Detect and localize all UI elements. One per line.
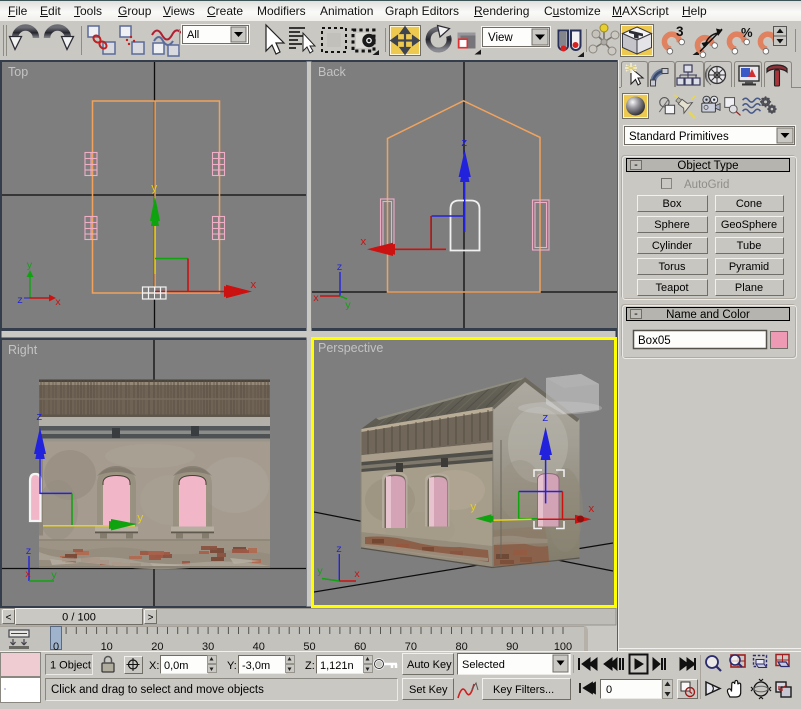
svg-text:Torus: Torus [659,261,686,273]
svg-text:40: 40 [253,641,265,651]
svg-text:AutoGrid: AutoGrid [684,179,729,191]
svg-text:y: y [151,183,158,195]
svg-text:Teapot: Teapot [655,282,688,294]
svg-text:y: y [317,567,323,578]
svg-text:20: 20 [151,641,163,651]
svg-text:0 / 100: 0 / 100 [62,612,96,624]
svg-text:1 Object: 1 Object [50,660,91,672]
svg-text:Back: Back [318,65,347,79]
svg-text:x: x [360,237,367,249]
svg-text:z: z [337,263,343,274]
svg-text:Selected: Selected [462,659,505,671]
svg-text:All: All [187,29,199,41]
svg-text:50: 50 [303,641,315,651]
svg-text:-: - [634,159,638,171]
svg-text:>: > [148,613,154,624]
svg-text:z: z [26,547,32,558]
svg-text:%: % [741,25,753,40]
svg-text:Set Key: Set Key [409,684,448,696]
svg-text:z: z [36,412,43,424]
svg-text:80: 80 [455,641,467,651]
svg-text:0: 0 [606,684,612,696]
svg-text:y: y [470,502,477,514]
svg-text:Object Type: Object Type [677,160,738,172]
svg-text:Key Filters...: Key Filters... [493,684,554,696]
svg-text:z: z [336,545,342,556]
svg-text:100: 100 [554,641,572,651]
svg-text:Top: Top [8,65,28,79]
svg-text:90: 90 [506,641,518,651]
svg-text:y: y [137,513,144,525]
svg-text:Standard Primitives: Standard Primitives [629,131,729,143]
svg-text:x: x [588,504,595,516]
svg-text:z: z [461,138,468,150]
svg-text:1,121n: 1,121n [320,660,354,672]
svg-text:y: y [27,261,33,272]
svg-text:-3,0m: -3,0m [242,660,270,672]
svg-text:3: 3 [676,24,684,39]
svg-text:Cylinder: Cylinder [652,240,693,252]
svg-text:Perspective: Perspective [318,341,383,355]
svg-text:z: z [542,413,549,425]
svg-text:<: < [6,613,12,624]
svg-text:Box05: Box05 [638,335,671,347]
svg-text:x: x [313,294,319,305]
svg-text:Tube: Tube [737,240,762,252]
svg-text:70: 70 [405,641,417,651]
svg-text:60: 60 [354,641,366,651]
svg-text:Right: Right [8,343,38,357]
svg-text:x: x [55,298,61,309]
svg-text:Box: Box [663,198,682,210]
svg-text:0: 0 [53,641,59,651]
svg-text:y: y [345,301,351,312]
svg-text:Y:: Y: [227,660,237,672]
svg-text:Sphere: Sphere [654,219,689,231]
svg-text:0,0m: 0,0m [164,660,188,672]
svg-text:z: z [17,296,23,307]
svg-text:View: View [488,32,513,44]
svg-text:y: y [51,571,57,582]
svg-text:30: 30 [202,641,214,651]
svg-text:x: x [354,570,360,581]
svg-text:Z:: Z: [305,660,315,672]
svg-text:Auto Key: Auto Key [407,659,452,671]
svg-text:-: - [634,308,638,320]
svg-text:x: x [25,570,31,581]
svg-text:Cone: Cone [736,198,762,210]
svg-text:10: 10 [101,641,113,651]
svg-text:Plane: Plane [735,282,763,294]
svg-text:GeoSphere: GeoSphere [721,219,777,231]
svg-text:Click and drag to select and m: Click and drag to select and move object… [51,684,264,696]
svg-text:Pyramid: Pyramid [729,261,769,273]
svg-text:x: x [250,280,257,292]
svg-text:Name and Color: Name and Color [666,309,750,321]
svg-text:X:: X: [149,660,159,672]
